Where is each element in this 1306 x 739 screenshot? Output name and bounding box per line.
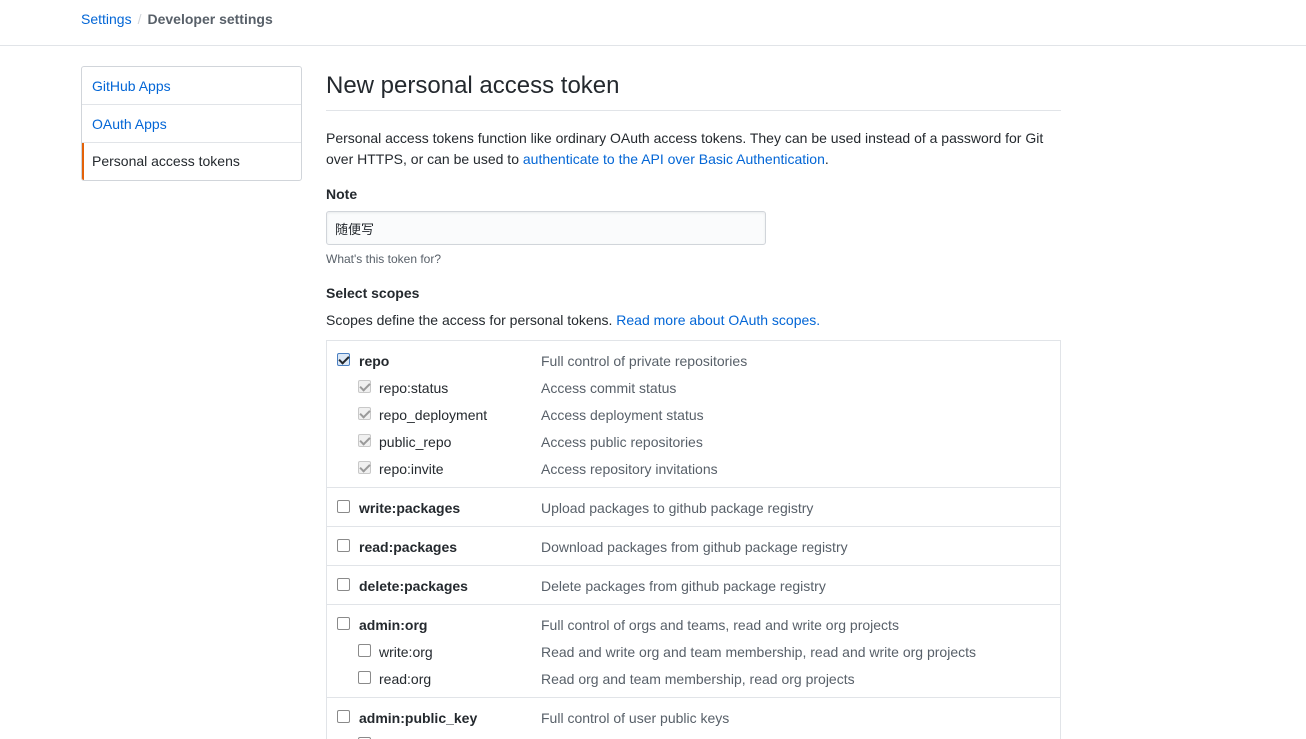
note-hint: What's this token for? [326, 252, 442, 266]
scope-row: repo:status Access commit status [327, 374, 1060, 401]
breadcrumb-current: Developer settings [147, 11, 273, 27]
scope-name[interactable]: admin:public_key [359, 710, 477, 726]
scope-checkbox[interactable] [337, 578, 350, 591]
scope-checkbox[interactable] [337, 617, 350, 630]
scope-name[interactable]: repo:status [379, 380, 448, 396]
scope-description: Full control of user public keys [541, 710, 730, 726]
breadcrumb-separator: / [137, 11, 142, 27]
scope-name[interactable]: read:packages [359, 539, 457, 555]
scope-checkbox[interactable] [358, 671, 371, 684]
scope-checkbox [358, 407, 371, 420]
scope-row: admin:org Full control of orgs and teams,… [327, 611, 1060, 638]
scope-name[interactable]: repo [359, 353, 389, 369]
scope-description: Read and write org and team membership, … [541, 644, 976, 660]
scope-checkbox[interactable] [337, 710, 350, 723]
scope-table: repo Full control of private repositories… [326, 340, 1061, 739]
breadcrumb-settings-link[interactable]: Settings [81, 11, 132, 27]
scope-group: delete:packages Delete packages from gith… [327, 566, 1060, 605]
scope-row: write:public_keyWrite user public keys [327, 731, 1060, 739]
scope-description: Access public repositories [541, 434, 703, 450]
note-label: Note [326, 186, 358, 202]
scope-row: write:org Read and write org and team mem… [327, 638, 1060, 665]
note-input[interactable] [326, 211, 766, 245]
scope-row: delete:packages Delete packages from gith… [327, 572, 1060, 599]
intro-paragraph: Personal access tokens function like ord… [326, 128, 1061, 170]
scope-description: Full control of orgs and teams, read and… [541, 617, 899, 633]
scope-group: write:packages Upload packages to github … [327, 488, 1060, 527]
sidebar-menu: GitHub Apps OAuth Apps Personal access t… [81, 66, 302, 181]
scope-checkbox [358, 434, 371, 447]
breadcrumb: Settings / Developer settings [81, 11, 273, 27]
scope-group: read:packages Download packages from gith… [327, 527, 1060, 566]
scope-row: public_repo Access public repositories [327, 428, 1060, 455]
scope-group: admin:public_key Full control of user pub… [327, 698, 1060, 739]
scope-name[interactable]: read:org [379, 671, 431, 687]
scope-description: Delete packages from github package regi… [541, 578, 826, 594]
scope-name[interactable]: write:org [379, 644, 433, 660]
scope-group: repo Full control of private repositories… [327, 341, 1060, 488]
scope-name[interactable]: admin:org [359, 617, 427, 633]
scope-checkbox[interactable] [337, 539, 350, 552]
scopes-label: Select scopes [326, 285, 420, 301]
sidebar-item-personal-access-tokens[interactable]: Personal access tokens [82, 143, 301, 180]
scope-row: read:packages Download packages from gith… [327, 533, 1060, 560]
scopes-description: Scopes define the access for personal to… [326, 312, 820, 328]
scope-row: repo_deployment Access deployment status [327, 401, 1060, 428]
scope-name[interactable]: public_repo [379, 434, 451, 450]
scope-name[interactable]: write:packages [359, 500, 460, 516]
scope-description: Read org and team membership, read org p… [541, 671, 855, 687]
scopes-desc-text: Scopes define the access for personal to… [326, 312, 617, 328]
sidebar-item-oauth-apps[interactable]: OAuth Apps [82, 105, 301, 143]
scope-description: Access repository invitations [541, 461, 718, 477]
oauth-scopes-link[interactable]: Read more about OAuth scopes. [616, 312, 820, 328]
scope-checkbox [358, 380, 371, 393]
basic-auth-link[interactable]: authenticate to the API over Basic Authe… [523, 151, 825, 167]
scope-description: Upload packages to github package regist… [541, 500, 814, 516]
scope-name[interactable]: delete:packages [359, 578, 468, 594]
scope-row: repo:invite Access repository invitations [327, 455, 1060, 482]
breadcrumb-bar: Settings / Developer settings [0, 0, 1306, 46]
scope-checkbox[interactable] [337, 353, 350, 366]
scope-row: repo Full control of private repositories [327, 347, 1060, 374]
scope-description: Access deployment status [541, 407, 704, 423]
intro-end: . [824, 151, 829, 167]
scope-checkbox [358, 461, 371, 474]
scope-group: admin:org Full control of orgs and teams,… [327, 605, 1060, 698]
main-content: New personal access token Personal acces… [326, 66, 1061, 739]
scope-description: Access commit status [541, 380, 677, 396]
scope-description: Full control of private repositories [541, 353, 748, 369]
scope-name[interactable]: repo_deployment [379, 407, 487, 423]
scope-checkbox[interactable] [337, 500, 350, 513]
scope-row: write:packages Upload packages to github … [327, 494, 1060, 521]
scope-description: Download packages from github package re… [541, 539, 848, 555]
scope-checkbox[interactable] [358, 644, 371, 657]
sidebar-item-github-apps[interactable]: GitHub Apps [82, 67, 301, 105]
scope-name[interactable]: repo:invite [379, 461, 444, 477]
page-title: New personal access token [326, 66, 1061, 111]
scope-row: read:org Read org and team membership, re… [327, 665, 1060, 692]
scope-row: admin:public_key Full control of user pub… [327, 704, 1060, 731]
